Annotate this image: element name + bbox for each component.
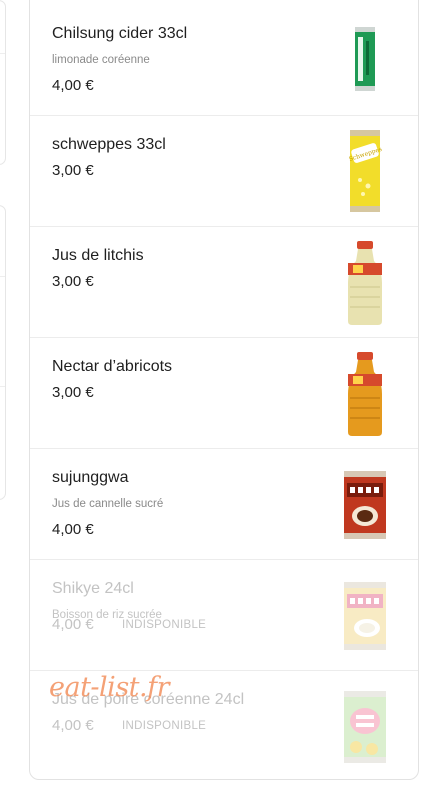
menu-item[interactable]: Jus de litchis 3,00 € — [30, 227, 418, 338]
unavailable-badge: INDISPONIBLE — [122, 720, 207, 732]
item-price: 4,00 € — [52, 521, 94, 538]
item-price: 3,00 € — [52, 384, 94, 401]
green-soda-can-icon — [355, 27, 375, 91]
menu-item[interactable]: Jus de poire coréenne 24cl 4,00 € INDISP… — [30, 671, 418, 779]
item-name: Chilsung cider 33cl — [52, 25, 188, 42]
yellow-soda-can-icon: Schweppes — [348, 130, 383, 212]
item-price: 3,00 € — [52, 162, 94, 179]
juice-bottle-icon — [348, 241, 382, 325]
side-panel-edge — [0, 205, 6, 500]
item-name: Jus de litchis — [52, 247, 144, 264]
item-price: 4,00 € — [52, 616, 94, 633]
cinnamon-drink-can-icon — [344, 471, 386, 539]
pear-juice-can-icon — [344, 691, 386, 763]
item-name: Nectar d’abricots — [52, 358, 173, 375]
rice-drink-can-icon — [344, 582, 386, 650]
menu-item[interactable]: schweppes 33cl 3,00 € Schweppes — [30, 116, 418, 227]
unavailable-badge: INDISPONIBLE — [122, 619, 207, 631]
menu-item[interactable]: sujunggwa Jus de cannelle sucré 4,00 € — [30, 449, 418, 560]
item-price: 3,00 € — [52, 273, 94, 290]
menu-item[interactable]: Nectar d’abricots 3,00 € — [30, 338, 418, 449]
item-name: sujunggwa — [52, 469, 129, 486]
item-name: Jus de poire coréenne 24cl — [52, 691, 245, 708]
item-description: limonade coréenne — [52, 54, 150, 66]
item-name: schweppes 33cl — [52, 136, 166, 153]
item-description: Jus de cannelle sucré — [52, 498, 164, 510]
item-name: Shikye 24cl — [52, 580, 134, 597]
item-price: 4,00 € — [52, 77, 94, 94]
menu-item-list: Chilsung cider 33cl limonade coréenne 4,… — [29, 0, 419, 780]
side-panel-edge — [0, 0, 6, 165]
juice-bottle-icon — [348, 352, 382, 436]
menu-item[interactable]: Chilsung cider 33cl limonade coréenne 4,… — [30, 5, 418, 116]
menu-item[interactable]: Shikye 24cl Boisson de riz sucrée 4,00 €… — [30, 560, 418, 671]
item-price: 4,00 € — [52, 717, 94, 734]
